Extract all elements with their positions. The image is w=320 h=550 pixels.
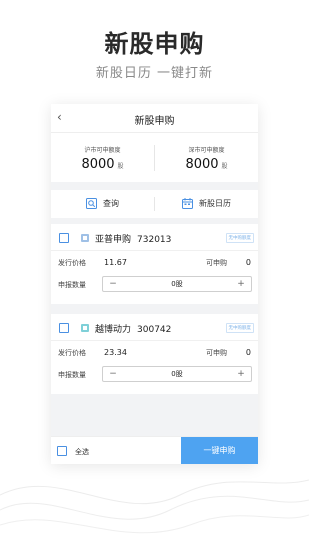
can-buy-value: 0 bbox=[245, 258, 251, 267]
stock-code: 300742 bbox=[137, 325, 172, 335]
select-all-label: 全选 bbox=[75, 448, 89, 456]
calendar-icon bbox=[182, 198, 193, 209]
stock-flag-icon bbox=[81, 324, 89, 332]
quantity-input[interactable]: 0股 bbox=[103, 279, 251, 289]
sh-quota-unit: 股 bbox=[117, 163, 124, 170]
divider bbox=[51, 340, 258, 341]
issue-price-value: 23.34 bbox=[104, 348, 127, 357]
can-buy-label: 可申购 bbox=[206, 349, 227, 357]
quota-tag: 无中购额度 bbox=[225, 233, 254, 243]
plus-button[interactable]: + bbox=[233, 367, 249, 381]
quota-panel: 沪市可申额度 8000 股 深市可申额度 8000 股 bbox=[51, 132, 258, 182]
quantity-label: 申报数量 bbox=[58, 371, 86, 379]
query-button[interactable]: 查询 bbox=[51, 190, 154, 218]
can-buy-label: 可申购 bbox=[206, 259, 227, 267]
stock-checkbox[interactable] bbox=[59, 233, 69, 243]
issue-price-label: 发行价格 bbox=[58, 349, 86, 357]
query-label: 查询 bbox=[103, 199, 119, 208]
quantity-stepper: − 0股 + bbox=[102, 276, 252, 292]
promo-subtitle: 新股日历 一键打新 bbox=[95, 66, 214, 81]
quota-tag: 无中购额度 bbox=[225, 323, 254, 333]
sh-quota-value: 8000 bbox=[81, 157, 115, 172]
app-screen: ‹ 新股申购 沪市可申额度 8000 股 深市可申额度 8000 股 查询 新股… bbox=[51, 104, 258, 464]
sh-quota: 沪市可申额度 8000 股 bbox=[51, 145, 154, 172]
stock-name: 亚普申购 bbox=[95, 235, 132, 245]
sh-quota-label: 沪市可申额度 bbox=[84, 147, 121, 154]
issue-price-value: 11.67 bbox=[104, 258, 127, 267]
action-bar: 查询 新股日历 bbox=[51, 190, 258, 218]
bottom-bar: 全选 一键申购 bbox=[51, 436, 258, 464]
select-all-checkbox[interactable] bbox=[57, 446, 67, 456]
sz-quota-unit: 股 bbox=[221, 163, 228, 170]
stock-checkbox[interactable] bbox=[59, 323, 69, 333]
nav-title: 新股申购 bbox=[134, 116, 175, 127]
sz-quota-value: 8000 bbox=[185, 157, 219, 172]
nav-bar: ‹ 新股申购 bbox=[51, 104, 258, 132]
divider bbox=[51, 250, 258, 251]
one-click-buy-button[interactable]: 一键申购 bbox=[181, 437, 258, 464]
quantity-stepper: − 0股 + bbox=[102, 366, 252, 382]
stock-name: 越博动力 bbox=[95, 325, 132, 335]
stock-flag-icon bbox=[81, 234, 89, 242]
can-buy-value: 0 bbox=[245, 348, 251, 357]
sz-quota-label: 深市可申额度 bbox=[188, 147, 225, 154]
stock-code: 732013 bbox=[137, 235, 172, 245]
stock-card: 越博动力 300742 无中购额度 发行价格 23.34 可申购 0 申报数量 −… bbox=[51, 314, 258, 394]
promo-title: 新股申购 bbox=[104, 30, 205, 58]
quantity-input[interactable]: 0股 bbox=[103, 369, 251, 379]
calendar-label: 新股日历 bbox=[199, 199, 231, 208]
quantity-label: 申报数量 bbox=[58, 281, 86, 289]
search-icon bbox=[86, 198, 97, 209]
issue-price-label: 发行价格 bbox=[58, 259, 86, 267]
decorative-waves bbox=[0, 479, 309, 534]
sz-quota: 深市可申额度 8000 股 bbox=[155, 145, 258, 172]
stock-card: 亚普申购 732013 无中购额度 发行价格 11.67 可申购 0 申报数量 −… bbox=[51, 224, 258, 304]
plus-button[interactable]: + bbox=[233, 277, 249, 291]
calendar-button[interactable]: 新股日历 bbox=[155, 190, 258, 218]
